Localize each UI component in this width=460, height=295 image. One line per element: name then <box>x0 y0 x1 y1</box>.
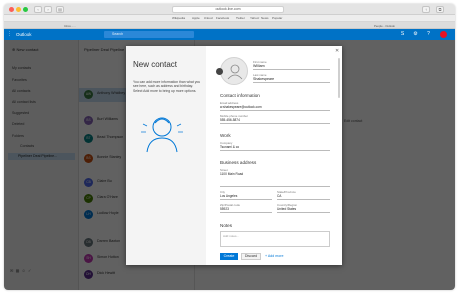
zip-underline <box>220 212 272 213</box>
bookmark-item[interactable]: Twitter <box>236 16 245 20</box>
email-underline <box>220 110 330 111</box>
state-underline <box>277 199 330 200</box>
company-underline <box>220 150 330 151</box>
business-address-heading: Business address <box>220 160 257 165</box>
person-placeholder-icon <box>227 64 243 80</box>
last-name-underline <box>253 82 330 83</box>
browser-window: ‹ › ▤ outlook.live.com ↑ ⧉ Wikipedia App… <box>4 4 455 290</box>
tabs-overview-icon[interactable]: ⧉ <box>436 6 444 13</box>
add-more-button[interactable]: + Add more <box>265 253 295 260</box>
outlook-app-bar: ⋮ Outlook Search S ⚙ ? <box>4 29 455 40</box>
street-field[interactable]: 1100 Main Road <box>220 172 243 176</box>
settings-gear-icon[interactable]: ⚙ <box>412 31 419 38</box>
minimize-window-icon[interactable] <box>16 7 21 12</box>
work-heading: Work <box>220 133 231 138</box>
notes-placeholder: Add notes... <box>223 234 240 238</box>
create-button[interactable]: Create <box>220 253 238 260</box>
zip-field[interactable]: 55923 <box>220 207 229 211</box>
bookmark-item[interactable]: iCloud <box>204 16 213 20</box>
bookmark-item[interactable]: News <box>261 16 269 20</box>
first-name-underline <box>253 69 330 70</box>
forward-icon[interactable]: › <box>44 6 52 13</box>
browser-tab-people[interactable]: People - Outlook <box>374 24 395 28</box>
notes-heading: Notes <box>220 223 233 228</box>
email-field[interactable]: w.shakespeare@outlook.com <box>220 105 262 109</box>
camera-icon[interactable] <box>216 68 223 75</box>
skype-icon[interactable]: S <box>399 31 406 38</box>
dialog-scrollbar[interactable] <box>338 58 340 98</box>
back-icon[interactable]: ‹ <box>34 6 42 13</box>
tab-strip: Inbox - ... People - Outlook <box>4 22 455 29</box>
city-underline <box>220 199 272 200</box>
street-underline <box>220 186 330 187</box>
browser-titlebar: ‹ › ▤ outlook.live.com ↑ ⧉ <box>4 4 455 15</box>
country-underline <box>277 212 330 213</box>
help-icon[interactable]: ? <box>425 31 432 38</box>
add-photo-button[interactable] <box>220 57 248 85</box>
bookmark-item[interactable]: Facebook <box>216 16 229 20</box>
notes-textarea[interactable]: Add notes... <box>220 231 330 247</box>
company-field[interactable]: Tsunami & co <box>220 145 239 149</box>
share-icon[interactable]: ↑ <box>422 6 430 13</box>
discard-button[interactable]: Discard <box>241 253 261 260</box>
bookmark-item[interactable]: Yahoo! <box>250 16 259 20</box>
state-field[interactable]: CA <box>277 194 281 198</box>
country-field[interactable]: United States <box>277 207 296 211</box>
dialog-title: New contact <box>133 60 178 69</box>
address-bar[interactable]: outlook.live.com <box>172 6 284 13</box>
mobile-underline <box>220 123 330 124</box>
search-placeholder: Search <box>112 32 124 36</box>
app-title: Outlook <box>16 32 32 37</box>
app-launcher-icon[interactable]: ⋮ <box>6 31 13 38</box>
city-field[interactable]: Los Angeles <box>220 194 237 198</box>
bookmark-item[interactable]: Popular <box>272 16 282 20</box>
mobile-field[interactable]: 555-456-5874 <box>220 118 240 122</box>
dialog-info-panel: New contact You can add more information… <box>126 46 206 265</box>
first-name-field[interactable]: William <box>253 64 265 68</box>
sidebar-toggle-icon[interactable]: ▤ <box>56 6 64 13</box>
last-name-field[interactable]: Shakespeare <box>253 77 274 81</box>
search-input[interactable]: Search <box>104 31 194 38</box>
bookmarks-bar: Wikipedia Apple iCloud Facebook Twitter … <box>4 15 455 22</box>
new-contact-dialog: New contact You can add more information… <box>126 46 342 265</box>
bookmark-item[interactable]: Apple <box>192 16 200 20</box>
maximize-window-icon[interactable] <box>23 7 28 12</box>
close-dialog-icon[interactable]: ✕ <box>335 48 339 54</box>
contact-info-heading: Contact information <box>220 93 260 98</box>
browser-tab-inbox[interactable]: Inbox - ... <box>64 24 76 28</box>
bookmark-item[interactable]: Wikipedia <box>172 16 185 20</box>
close-window-icon[interactable] <box>9 7 14 12</box>
dialog-intro-text: You can add more information than what y… <box>133 80 201 93</box>
account-avatar[interactable] <box>440 31 447 38</box>
contact-illustration-icon <box>141 117 183 153</box>
